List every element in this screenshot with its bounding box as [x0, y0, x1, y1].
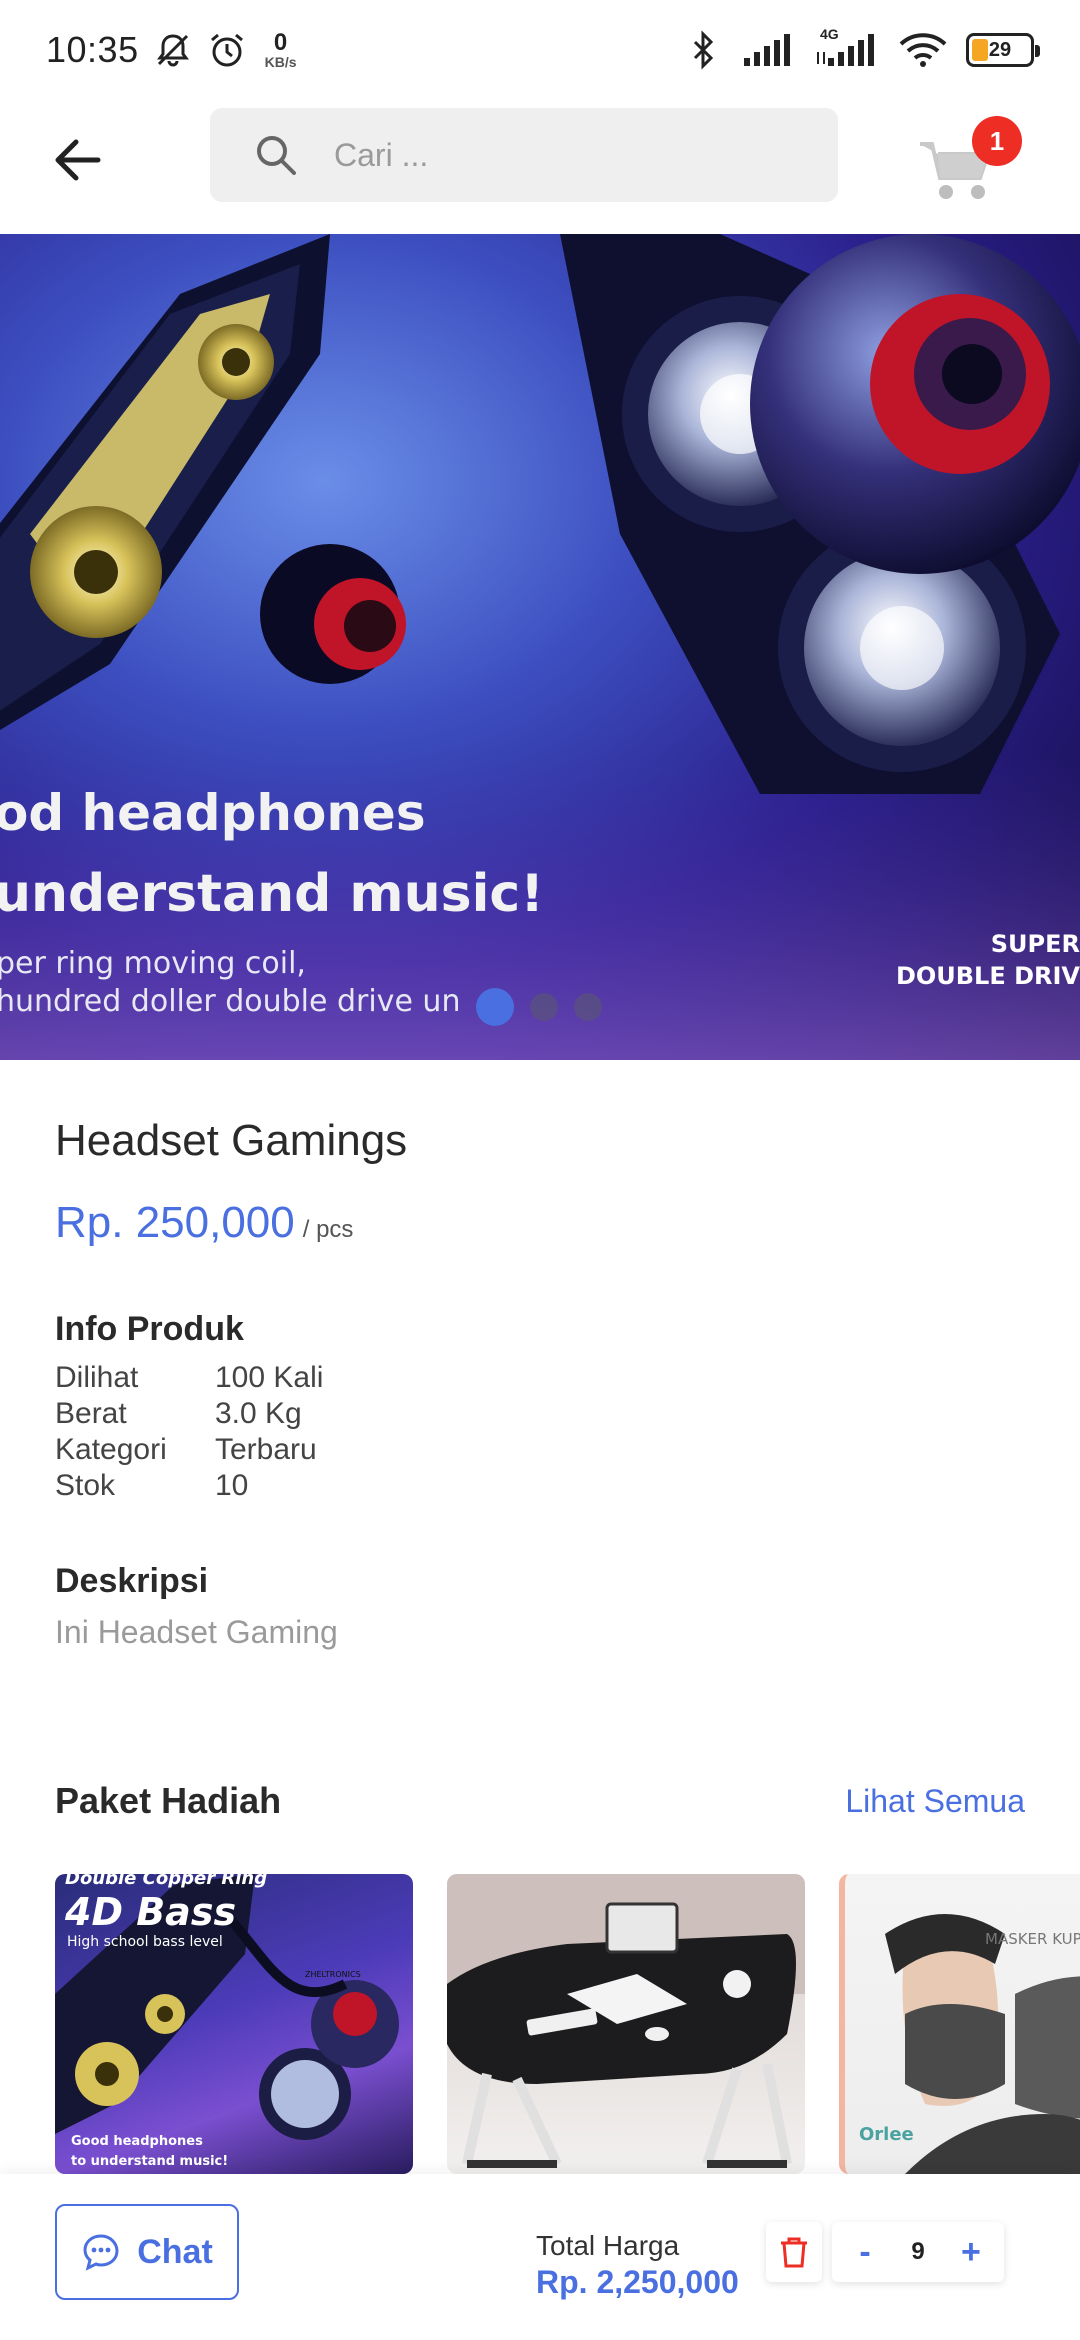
info-title: Info Produk	[55, 1310, 244, 1348]
paket-list: Double Copper Ring 4D Bass High school b…	[55, 1874, 1080, 2174]
quantity-value: 9	[911, 2238, 925, 2265]
battery-indicator: 29	[966, 33, 1040, 67]
info-value: 3.0 Kg	[215, 1397, 302, 1430]
status-left: 10:35 0 KB/s	[46, 29, 297, 71]
carousel-dot-active[interactable]	[476, 988, 514, 1026]
paket-item-bottom2: to understand music!	[71, 2154, 229, 2169]
paket-item[interactable]: Double Copper Ring 4D Bass High school b…	[55, 1874, 413, 2174]
app-header: 1	[0, 100, 1080, 234]
info-label: Kategori	[55, 1433, 167, 1466]
paket-item-brand: ZHELTRONICS	[305, 1970, 361, 1979]
trash-icon	[781, 2237, 807, 2268]
headphones-illustration	[0, 234, 1080, 1060]
banner-headline-2: understand music!	[0, 864, 544, 924]
net-speed-value: 0	[273, 29, 288, 56]
alarm-icon	[207, 30, 247, 70]
info-row: Kategori Terbaru	[55, 1432, 323, 1468]
total-label: Total Harga	[536, 2230, 680, 2261]
info-table: Dilihat 100 Kali Berat 3.0 Kg Kategori T…	[55, 1360, 323, 1504]
paket-item-label: MASKER KUPIN	[985, 1930, 1080, 1948]
signal-icon	[742, 30, 796, 70]
product-price: Rp. 250,000	[55, 1198, 295, 1247]
network-type: 4G	[820, 26, 839, 42]
battery-level: 29	[988, 38, 1012, 61]
paket-item[interactable]: MASKER KUPIN Orlee	[839, 1874, 1080, 2174]
paket-item-toptext: Double Copper Ring	[65, 1874, 268, 1889]
arrow-left-icon	[55, 139, 101, 181]
paket-item-bottom1: Good headphones	[71, 2134, 203, 2149]
net-speed: 0 KB/s	[264, 29, 297, 70]
total-block: Total Harga Rp. 2,250,000	[536, 2230, 739, 2301]
info-value: 100 Kali	[215, 1361, 324, 1394]
paket-item-subtext: High school bass level	[67, 1934, 223, 1950]
description-text: Ini Headset Gaming	[55, 1614, 338, 1650]
info-label: Berat	[55, 1397, 127, 1430]
price-row: Rp. 250,000 / pcs	[55, 1198, 353, 1248]
banner-headline-1: od headphones	[0, 784, 426, 842]
status-time: 10:35	[46, 29, 139, 70]
bluetooth-icon	[684, 30, 724, 70]
carousel-indicator	[476, 988, 602, 1026]
carousel-dot[interactable]	[530, 993, 558, 1021]
paket-header: Paket Hadiah Lihat Semua	[55, 1780, 1025, 1822]
delete-button[interactable]	[766, 2222, 822, 2282]
carousel-dot[interactable]	[574, 993, 602, 1021]
cart-badge: 1	[972, 116, 1022, 166]
paket-item-brand: Orlee	[859, 2124, 914, 2145]
price-unit: / pcs	[302, 1216, 354, 1243]
chat-bubble-icon	[83, 2234, 119, 2271]
product-detail-screen: 10:35 0 KB/s 4G 29 Cari ... 1 od headpho…	[0, 0, 1080, 2340]
paket-item[interactable]	[447, 1874, 805, 2174]
banner-right-1: SUPER	[990, 930, 1080, 958]
decrease-button[interactable]: -	[850, 2233, 880, 2272]
signal-4g-icon: 4G	[814, 26, 880, 70]
paket-title: Paket Hadiah	[55, 1780, 282, 1821]
description-title: Deskripsi	[55, 1562, 209, 1600]
chat-button[interactable]: Chat	[55, 2204, 239, 2300]
back-button[interactable]	[40, 122, 116, 198]
product-name: Headset Gamings	[55, 1116, 408, 1165]
status-bar: 10:35 0 KB/s 4G 29	[0, 0, 1080, 100]
bottom-action-bar: Chat Total Harga Rp. 2,250,000 - 9 +	[0, 2174, 1080, 2340]
see-all-link[interactable]: Lihat Semua	[845, 1783, 1025, 1820]
info-value: Terbaru	[215, 1433, 317, 1466]
battery-fill	[972, 39, 988, 61]
info-row: Stok 10	[55, 1468, 323, 1504]
search-input[interactable]	[334, 136, 794, 174]
bell-muted-icon	[153, 30, 193, 70]
quantity-stepper: - 9 +	[832, 2222, 1004, 2282]
info-label: Stok	[55, 1469, 116, 1502]
status-right: 4G 29	[684, 26, 1040, 70]
net-speed-unit: KB/s	[264, 54, 297, 70]
wifi-icon	[898, 30, 948, 70]
info-label: Dilihat	[55, 1361, 139, 1394]
banner-subline-2: hundred doller double drive un	[0, 984, 461, 1019]
paket-item-bigtext: 4D Bass	[65, 1890, 237, 1934]
total-value: Rp. 2,250,000	[536, 2264, 739, 2300]
info-value: 10	[215, 1469, 249, 1502]
cart-button[interactable]: 1	[918, 116, 1028, 206]
laptop-desk-image	[447, 1874, 805, 2168]
chat-label: Chat	[137, 2232, 213, 2271]
product-image-carousel[interactable]: od headphones understand music! per ring…	[0, 234, 1080, 1060]
increase-button[interactable]: +	[956, 2233, 986, 2272]
banner-right-2: DOUBLE DRIV	[895, 962, 1080, 990]
search-icon	[257, 136, 296, 175]
info-row: Dilihat 100 Kali	[55, 1360, 323, 1396]
info-row: Berat 3.0 Kg	[55, 1396, 323, 1432]
banner-subline-1: per ring moving coil,	[0, 946, 306, 981]
search-bar[interactable]	[210, 108, 838, 202]
